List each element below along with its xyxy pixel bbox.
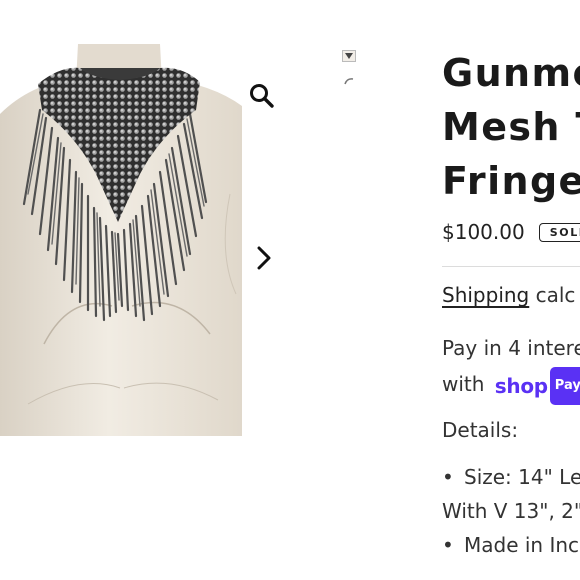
bullet: • xyxy=(442,533,454,557)
list-item: • Size: 14" Le xyxy=(442,460,580,494)
sold-badge: SOLD xyxy=(538,222,580,242)
product-title-line: Fringe xyxy=(442,159,580,203)
next-image-button[interactable] xyxy=(250,240,278,276)
bullet: • xyxy=(442,465,454,489)
thumbnail-image xyxy=(342,50,356,62)
list-item: • Made in Inc xyxy=(442,528,580,562)
list-item-continuation: With V 13", 2" xyxy=(442,494,580,528)
product-title: Gunmetal Mesh T Fringe xyxy=(442,46,580,208)
chevron-right-icon xyxy=(257,246,271,270)
shop-pay-shop: shop xyxy=(494,373,548,398)
shop-pay-logo[interactable]: shop Pay xyxy=(494,366,580,405)
details-label: Details: xyxy=(442,418,519,442)
shipping-note: Shipping calc xyxy=(442,283,575,307)
product-title-line: Mesh T xyxy=(442,105,580,149)
installments-line: Pay in 4 intere xyxy=(442,336,580,360)
product-title-line: Gunmetal xyxy=(442,51,580,95)
installments-with: with xyxy=(442,372,491,396)
thumbnail-1[interactable] xyxy=(342,47,356,62)
divider xyxy=(442,266,580,267)
product-image[interactable] xyxy=(0,44,242,436)
thumbnail-image xyxy=(344,78,354,85)
detail-text: Made in Inc xyxy=(464,533,580,557)
detail-text: With V 13", 2" xyxy=(442,499,580,523)
details-list: • Size: 14" Le With V 13", 2" • Made in In… xyxy=(442,460,580,562)
detail-text: Size: 14" Le xyxy=(464,465,580,489)
installments-line-2: with shop Pay xyxy=(442,366,580,405)
shipping-link[interactable]: Shipping xyxy=(442,283,529,307)
shipping-text: calc xyxy=(529,283,576,307)
thumbnail-2[interactable] xyxy=(342,70,356,85)
shop-pay-pay: Pay xyxy=(549,366,580,405)
zoom-button[interactable] xyxy=(246,80,278,112)
installments-note: Pay in 4 intere with shop Pay xyxy=(442,330,580,405)
price-row: $100.00 SOLD xyxy=(442,220,580,244)
product-price: $100.00 xyxy=(442,220,525,244)
product-page: Gunmetal Mesh T Fringe $100.00 SOLD Ship… xyxy=(0,0,580,580)
magnifier-icon xyxy=(250,84,274,108)
